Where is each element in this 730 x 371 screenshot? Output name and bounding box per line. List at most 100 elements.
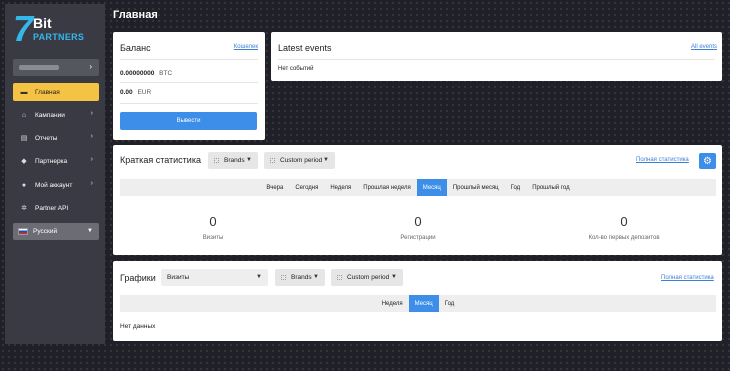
logo-bit: Bit <box>33 15 52 31</box>
chart-metric-label: Визиты <box>167 274 190 281</box>
language-select[interactable]: Русский ▼ <box>13 223 99 240</box>
charts-empty-text: Нет данных <box>120 323 156 330</box>
chart-brands-select[interactable]: Brands ▼ <box>275 269 325 286</box>
language-label: Русский <box>33 228 58 235</box>
tab-week[interactable]: Неделя <box>376 295 409 312</box>
chevron-right-icon: › <box>90 180 93 187</box>
tab-week[interactable]: Неделя <box>324 179 357 196</box>
tab-yesterday[interactable]: Вчера <box>260 179 289 196</box>
chart-period-tabs: Неделя Месяц Год <box>120 295 716 312</box>
brands-select[interactable]: Brands ▼ <box>208 152 258 169</box>
chevron-right-icon: › <box>89 62 92 71</box>
caret-down-icon: ▼ <box>313 274 319 280</box>
tab-year[interactable]: Год <box>505 179 527 196</box>
metric-value: 0 <box>414 214 422 229</box>
russia-flag-icon <box>18 228 28 235</box>
metric-visits: 0 Визиты <box>153 214 273 241</box>
sidebar-item-partner-api[interactable]: ✲ Partner API <box>13 199 99 217</box>
logo[interactable]: 7 Bit PARTNERS <box>13 8 103 56</box>
btc-currency: BTC <box>159 70 173 77</box>
charts-title: Графики <box>120 273 156 283</box>
metric-label: Регистрации <box>400 235 436 241</box>
divider <box>120 103 258 104</box>
caret-down-icon: ▼ <box>391 274 397 280</box>
latest-events-card: Latest events All events Нет событий <box>271 32 722 81</box>
caret-down-icon: ▼ <box>246 157 252 163</box>
logo-partners: PARTNERS <box>33 32 85 42</box>
wallet-icon: ▬ <box>20 88 28 96</box>
eur-amount: 0.00 <box>120 89 133 96</box>
stats-settings-button[interactable]: ⚙ <box>699 153 716 169</box>
charts-card: Графики Визиты ▼ Brands ▼ Custom period … <box>113 261 722 341</box>
chart-period-select[interactable]: Custom period ▼ <box>331 269 403 286</box>
caret-down-icon: ▼ <box>87 228 93 234</box>
checkbox-icon <box>214 158 219 163</box>
metric-value: 0 <box>209 214 217 229</box>
events-title: Latest events <box>278 43 332 53</box>
document-icon: ▤ <box>20 135 28 142</box>
tab-month[interactable]: Месяц <box>408 295 439 312</box>
metric-label: Кол-во первых депозитов <box>588 235 660 241</box>
metric-label: Визиты <box>202 235 224 241</box>
caret-down-icon: ▼ <box>323 157 329 163</box>
sidebar-item-label: Отчеты <box>35 134 58 142</box>
home-icon: ⌂ <box>21 111 27 119</box>
metric-first-deposits: 0 Кол-во первых депозитов <box>564 214 684 241</box>
btc-amount: 0.00000000 <box>120 70 155 77</box>
balance-card: Баланс Кошелек 0.00000000 BTC 0.00 EUR В… <box>113 32 265 140</box>
sidebar-item-label: Партнерка <box>35 157 68 165</box>
sidebar-item-home[interactable]: ▬ Главная <box>13 83 99 101</box>
eur-balance-row: 0.00 EUR <box>120 89 151 96</box>
btc-balance-row: 0.00000000 BTC <box>120 70 172 77</box>
period-select[interactable]: Custom period ▼ <box>264 152 335 169</box>
gear-icon: ⚙ <box>703 155 712 167</box>
stats-period-tabs: Вчера Сегодня Неделя Прошлая неделя Меся… <box>120 179 716 196</box>
chevron-right-icon: › <box>90 133 93 140</box>
metric-registrations: 0 Регистрации <box>358 214 478 241</box>
tab-last-year[interactable]: Прошлый год <box>526 179 575 196</box>
sidebar-item-campaigns[interactable]: ⌂ Кампании › <box>13 106 99 124</box>
withdraw-button[interactable]: Вывести <box>120 112 257 130</box>
sidebar-item-account[interactable]: ● Мой аккаунт › <box>13 176 99 194</box>
divider <box>120 82 258 83</box>
stats-title: Краткая статистика <box>120 155 201 165</box>
calendar-icon <box>337 275 342 280</box>
sidebar-item-reports[interactable]: ▤ Отчеты › <box>13 129 99 147</box>
user-icon: ● <box>21 181 27 189</box>
period-select-label: Custom period <box>280 157 323 164</box>
tab-last-week[interactable]: Прошлая неделя <box>357 179 416 196</box>
charts-full-stats-link[interactable]: Полная статистика <box>661 275 714 281</box>
balance-title: Баланс <box>120 43 151 53</box>
sidebar-item-label: Кампании <box>35 111 65 119</box>
tab-month[interactable]: Месяц <box>416 179 447 196</box>
sidebar-item-partnership[interactable]: ◆ Партнерка › <box>13 152 99 170</box>
tab-last-month[interactable]: Прошлый месяц <box>447 179 505 196</box>
chart-brands-label: Brands <box>291 274 312 281</box>
eur-currency: EUR <box>137 89 152 96</box>
checkbox-icon <box>281 275 286 280</box>
full-stats-link[interactable]: Полная статистика <box>636 157 689 163</box>
chart-period-label: Custom period <box>347 274 390 281</box>
sidebar-item-label: Мой аккаунт <box>35 181 73 189</box>
sidebar-item-label: Главная <box>35 88 60 96</box>
tab-today[interactable]: Сегодня <box>289 179 324 196</box>
diamond-icon: ◆ <box>21 158 27 165</box>
metric-value: 0 <box>620 214 628 229</box>
tab-year[interactable]: Год <box>439 295 461 312</box>
divider <box>120 59 258 60</box>
gear-icon: ✲ <box>21 205 27 212</box>
chart-metric-select[interactable]: Визиты ▼ <box>161 269 268 286</box>
caret-down-icon: ▼ <box>256 274 262 280</box>
chevron-right-icon: › <box>90 156 93 163</box>
chevron-right-icon: › <box>90 110 93 117</box>
logo-seven: 7 <box>13 8 34 49</box>
sidebar-item-label: Partner API <box>35 204 69 212</box>
user-menu[interactable]: › <box>13 59 99 76</box>
events-empty-text: Нет событий <box>278 66 314 72</box>
all-events-link[interactable]: All events <box>691 44 717 50</box>
wallet-link[interactable]: Кошелек <box>234 44 258 50</box>
summary-stats-card: Краткая статистика Brands ▼ Custom perio… <box>113 145 722 255</box>
username-redacted <box>19 65 59 70</box>
page-title: Главная <box>113 9 158 21</box>
brands-select-label: Brands <box>224 157 245 164</box>
